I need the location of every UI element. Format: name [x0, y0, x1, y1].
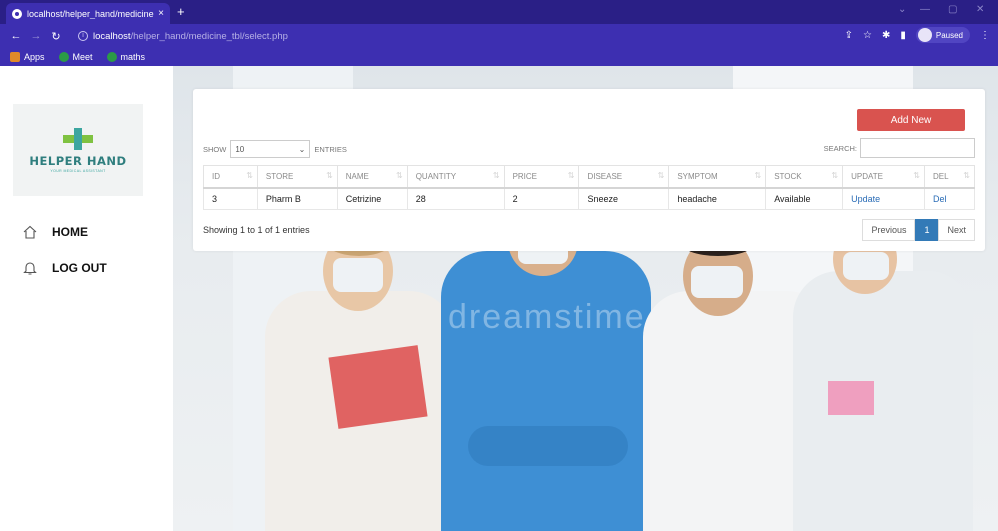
star-icon[interactable]: ☆ [863, 30, 872, 41]
tab-title: localhost/helper_hand/medicine [27, 8, 154, 19]
apps-grid-icon [10, 52, 20, 62]
search-control: SEARCH: [824, 138, 975, 158]
entries-label: ENTRIES [314, 144, 347, 154]
home-icon [23, 225, 37, 239]
page-content: HELPER HAND YOUR MEDICAL ASSISTANT HOME … [0, 66, 998, 531]
bookmark-label: Apps [24, 52, 45, 62]
profile-button[interactable]: Paused [915, 27, 970, 43]
reload-icon[interactable]: ↻ [46, 30, 66, 43]
page-size-select[interactable]: 10 ⌄ [230, 140, 311, 158]
bookmark-favicon-icon [58, 52, 69, 62]
bookmark-apps[interactable]: Apps [10, 52, 45, 62]
table-row: 3 Pharm B Cetrizine 28 2 Sneeze headache… [203, 187, 975, 210]
menu-icon[interactable]: ⋮ [980, 30, 990, 41]
maximize-icon[interactable]: ▢ [948, 4, 957, 15]
helper-hand-logo: HELPER HAND YOUR MEDICAL ASSISTANT [13, 104, 143, 196]
back-icon[interactable]: ← [6, 30, 26, 42]
close-window-icon[interactable]: ✕ [976, 4, 984, 15]
pagination: Previous 1 Next [862, 219, 975, 241]
page-size-control: SHOW 10 ⌄ ENTRIES [203, 140, 347, 158]
bookmarks-bar: Apps Meet maths [0, 48, 998, 66]
sidebar-item-home[interactable]: HOME [22, 224, 88, 240]
bookmark-favicon-icon [106, 52, 117, 62]
column-header-update[interactable]: UPDATE [842, 165, 925, 189]
url-host: localhost [93, 30, 131, 42]
page-size-value: 10 [235, 144, 245, 154]
medicine-table: ID STORE NAME QUANTITY PRICE DISEASE SYM… [203, 165, 975, 210]
bookmark-meet[interactable]: Meet [58, 52, 93, 62]
toolbar-right: ⇪ ☆ ✱ ▮ Paused ⋮ [845, 27, 990, 43]
update-link[interactable]: Update [842, 187, 925, 210]
search-input[interactable] [860, 138, 975, 158]
add-new-button[interactable]: Add New [857, 109, 965, 131]
cell-symptom: headache [668, 187, 767, 210]
table-info: Showing 1 to 1 of 1 entries [203, 225, 310, 235]
minimize-icon[interactable]: — [920, 4, 930, 15]
sidepanel-icon[interactable]: ▮ [900, 30, 906, 41]
profile-status: Paused [935, 30, 963, 40]
url-path: /helper_hand/medicine_tbl/select.php [130, 30, 288, 42]
search-label: SEARCH: [823, 143, 857, 153]
new-tab-button[interactable]: + [177, 4, 185, 19]
column-header-quantity[interactable]: QUANTITY [406, 165, 505, 189]
info-icon[interactable]: i [78, 31, 88, 41]
previous-page-button[interactable]: Previous [862, 219, 916, 241]
show-label: SHOW [203, 144, 227, 154]
sidebar: HELPER HAND YOUR MEDICAL ASSISTANT HOME … [0, 66, 173, 531]
delete-link[interactable]: Del [924, 187, 975, 210]
cell-disease: Sneeze [578, 187, 670, 210]
chevron-down-icon: ⌄ [298, 144, 306, 154]
browser-tab-bar: localhost/helper_hand/medicine × + ⌄ — ▢… [0, 0, 998, 24]
share-icon[interactable]: ⇪ [845, 30, 853, 41]
next-page-button[interactable]: Next [938, 219, 975, 241]
column-header-id[interactable]: ID [203, 165, 258, 189]
logo-subtext: YOUR MEDICAL ASSISTANT [50, 168, 106, 173]
cell-id: 3 [203, 187, 258, 210]
medical-cross-icon [63, 127, 93, 150]
watermark: dreamstime [448, 298, 646, 336]
medicine-table-card: Add New SHOW 10 ⌄ ENTRIES SEARCH: ID STO [193, 89, 985, 251]
column-header-store[interactable]: STORE [256, 165, 338, 189]
globe-icon [12, 8, 22, 19]
chevron-down-icon[interactable]: ⌄ [898, 4, 906, 15]
cell-name: Cetrizine [336, 187, 408, 210]
browser-tab[interactable]: localhost/helper_hand/medicine × [6, 3, 170, 24]
avatar [917, 28, 932, 42]
extensions-icon[interactable]: ✱ [882, 30, 890, 41]
column-header-symptom[interactable]: SYMPTOM [668, 165, 767, 189]
close-tab-icon[interactable]: × [158, 8, 164, 19]
bell-icon [23, 262, 37, 275]
address-bar[interactable]: i localhost/helper_hand/medicine_tbl/sel… [78, 27, 818, 45]
browser-toolbar: ← → ↻ i localhost/helper_hand/medicine_t… [0, 24, 998, 48]
logo-text: HELPER HAND [29, 153, 127, 168]
bookmark-label: maths [120, 52, 146, 62]
sidebar-item-label: HOME [52, 225, 88, 239]
cell-store: Pharm B [256, 187, 338, 210]
cell-quantity: 28 [406, 187, 505, 210]
column-header-disease[interactable]: DISEASE [578, 165, 670, 189]
table-header-row: ID STORE NAME QUANTITY PRICE DISEASE SYM… [203, 165, 975, 189]
bookmark-label: Meet [72, 52, 93, 62]
cell-stock: Available [765, 187, 844, 210]
column-header-price[interactable]: PRICE [503, 165, 580, 189]
cell-price: 2 [503, 187, 580, 210]
column-header-del[interactable]: DEL [924, 165, 975, 189]
column-header-name[interactable]: NAME [336, 165, 408, 189]
sidebar-item-logout[interactable]: LOG OUT [22, 260, 107, 276]
forward-icon[interactable]: → [26, 30, 46, 42]
sidebar-item-label: LOG OUT [52, 261, 107, 275]
column-header-stock[interactable]: STOCK [765, 165, 844, 189]
bookmark-maths[interactable]: maths [106, 52, 146, 62]
page-1-button[interactable]: 1 [915, 219, 939, 241]
